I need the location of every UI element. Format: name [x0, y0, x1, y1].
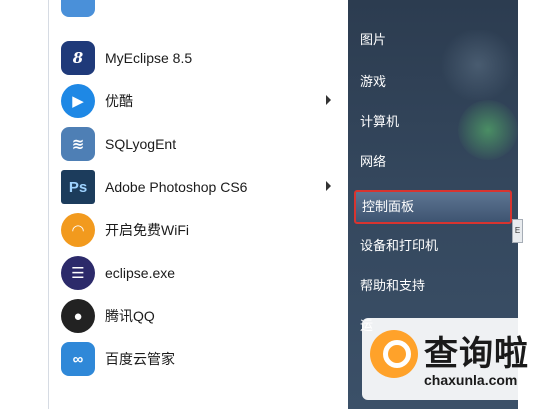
program-item-myeclipse[interactable]: 8 MyEclipse 8.5: [61, 38, 337, 78]
program-label: SQLyogEnt: [105, 136, 177, 152]
program-label: MyEclipse 8.5: [105, 50, 193, 66]
submenu-arrow-icon[interactable]: [326, 95, 331, 105]
program-item-wifi[interactable]: ◠ 开启免费WiFi: [61, 210, 337, 250]
photoshop-icon: Ps: [61, 170, 95, 204]
submenu-arrow-icon[interactable]: [326, 181, 331, 191]
search-logo-icon: [370, 330, 418, 378]
program-item-baidu-cloud[interactable]: ∞ 百度云管家: [61, 339, 337, 379]
menu-item-games[interactable]: 游戏: [360, 68, 510, 96]
program-label: 腾讯QQ: [105, 308, 155, 324]
menu-item-help-support[interactable]: 帮助和支持: [360, 272, 510, 300]
eclipse-icon: ☰: [61, 256, 95, 290]
menu-item-network[interactable]: 网络: [360, 148, 510, 176]
baidu-cloud-icon: ∞: [61, 342, 95, 376]
myeclipse-icon: 8: [61, 41, 95, 75]
chaxunla-watermark: 查询啦 chaxunla.com: [362, 318, 534, 400]
program-item-partial[interactable]: [61, 0, 337, 20]
partial-top-icon: [61, 0, 95, 17]
wifi-icon: ◠: [61, 213, 95, 247]
program-label: eclipse.exe: [105, 265, 176, 281]
dolphin-icon: ≋: [61, 127, 95, 161]
menu-item-computer[interactable]: 计算机: [360, 108, 510, 136]
start-menu-programs-list: 8 MyEclipse 8.5 ▶ 优酷 ≋ SQLyogEnt Ps Adob…: [48, 0, 339, 409]
watermark-title: 查询啦: [424, 334, 529, 374]
menu-item-control-panel[interactable]: 控制面板: [354, 190, 512, 224]
watermark-url: chaxunla.com: [424, 372, 518, 388]
youku-play-icon: ▶: [61, 84, 95, 118]
program-item-sqlyog[interactable]: ≋ SQLyogEnt: [61, 124, 337, 164]
qq-penguin-icon: ●: [61, 299, 95, 333]
program-label: 开启免费WiFi: [105, 222, 189, 238]
program-label: 百度云管家: [105, 351, 175, 367]
menu-item-pictures[interactable]: 图片: [360, 26, 510, 54]
menu-item-devices-printers[interactable]: 设备和打印机: [360, 232, 510, 260]
side-tab[interactable]: E: [512, 219, 523, 243]
program-item-photoshop[interactable]: Ps Adobe Photoshop CS6: [61, 167, 337, 207]
program-item-qq[interactable]: ● 腾讯QQ: [61, 296, 337, 336]
program-item-youku[interactable]: ▶ 优酷: [61, 81, 337, 121]
program-item-eclipse[interactable]: ☰ eclipse.exe: [61, 253, 337, 293]
program-label: Adobe Photoshop CS6: [105, 179, 248, 195]
program-label: 优酷: [105, 93, 133, 109]
